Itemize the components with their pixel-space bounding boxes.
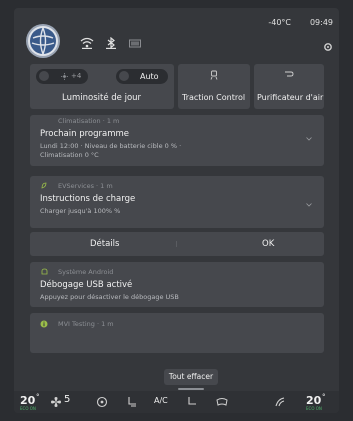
ok-button[interactable]: OK — [262, 239, 274, 249]
notification-title: Prochain programme — [40, 129, 129, 139]
bluetooth-icon[interactable] — [104, 37, 118, 49]
seat-heat-icon[interactable] — [126, 396, 138, 408]
notification-climatisation[interactable]: Climatisation · 1 m Prochain programme L… — [30, 115, 324, 166]
left-eco-label: ECO ON — [20, 406, 36, 411]
air-purifier-icon — [285, 71, 294, 77]
wifi-icon[interactable] — [80, 37, 94, 49]
fan-level[interactable]: 5 — [64, 394, 70, 405]
notification-subtitle: Climatisation 0 °C — [40, 151, 99, 159]
defrost-icon[interactable] — [216, 396, 228, 408]
traction-icon — [210, 70, 218, 80]
status-bar: -40°C 09:49 — [14, 8, 339, 30]
notification-title: Débogage USB activé — [40, 280, 133, 290]
android-icon — [41, 268, 48, 275]
notification-evservices[interactable]: EVServices · 1 m Instructions de charge … — [30, 176, 324, 228]
drawer-handle[interactable] — [178, 388, 204, 390]
auto-label: Auto — [140, 72, 159, 81]
gear-icon[interactable] — [323, 42, 333, 52]
expand-icon[interactable] — [306, 137, 312, 141]
airflow-icon[interactable] — [274, 396, 286, 408]
details-button[interactable]: Détails — [90, 239, 119, 249]
divider — [176, 241, 177, 247]
notification-actions: Détails OK — [30, 232, 324, 256]
fan-icon[interactable] — [50, 396, 62, 408]
right-eco-label: ECO ON — [306, 406, 322, 411]
sun-icon — [61, 73, 68, 80]
climate-bar: 20 ° ECO ON 5 A/C 20 ° ECO ON — [14, 391, 339, 413]
leaf-icon — [41, 182, 47, 189]
brightness-panel[interactable]: +4 Auto Luminosité de jour — [30, 64, 174, 109]
notification-source: EVServices · 1 m — [58, 182, 113, 190]
notification-source: MVI Testing · 1 m — [58, 320, 114, 328]
profile-avatar[interactable] — [28, 26, 58, 56]
air-purifier-label: Purificateur d'air — [257, 93, 324, 102]
brightness-value: +4 — [71, 72, 82, 80]
clock: 09:49 — [309, 18, 333, 27]
traction-control-button[interactable]: Traction Control — [178, 64, 250, 109]
battery-icon[interactable] — [128, 37, 142, 49]
notification-android[interactable]: Système Android Débogage USB activé Appu… — [30, 262, 324, 307]
quick-controls: +4 Auto Luminosité de jour Traction Cont… — [30, 64, 324, 109]
notification-source: Système Android — [58, 268, 114, 276]
notification-mvi-testing[interactable]: MVI Testing · 1 m — [30, 313, 324, 353]
brightness-minus-button[interactable] — [39, 71, 49, 81]
notification-subtitle: Lundi 12:00 · Niveau de batterie cible 0… — [40, 142, 182, 150]
auto-toggle[interactable]: Auto — [116, 69, 168, 84]
brightness-plus-button[interactable] — [119, 71, 129, 81]
expand-icon[interactable] — [306, 203, 312, 207]
globe-icon — [30, 27, 56, 55]
info-icon — [40, 320, 48, 328]
brightness-slider[interactable]: +4 — [36, 69, 88, 84]
seat-icon[interactable] — [186, 396, 198, 408]
notification-subtitle: Appuyez pour désactiver le débogage USB — [40, 293, 179, 301]
air-purifier-button[interactable]: Purificateur d'air — [254, 64, 324, 109]
ac-button[interactable]: A/C — [154, 396, 168, 405]
outside-temperature: -40°C — [268, 18, 291, 27]
notification-subtitle: Charger jusqu'à 100% % — [40, 207, 121, 215]
left-temperature-unit: ° — [36, 393, 40, 401]
notification-title: Instructions de charge — [40, 194, 136, 204]
right-temperature-unit: ° — [322, 393, 326, 401]
notification-source: Climatisation · 1 m — [58, 117, 120, 125]
screen: -40°C 09:49 +4 Auto Luminosité de jour T… — [14, 8, 339, 413]
brightness-label: Luminosité de jour — [62, 93, 142, 103]
clear-all-button[interactable]: Tout effacer — [164, 369, 218, 385]
steering-heat-icon[interactable] — [96, 396, 108, 408]
traction-label: Traction Control — [182, 93, 246, 102]
